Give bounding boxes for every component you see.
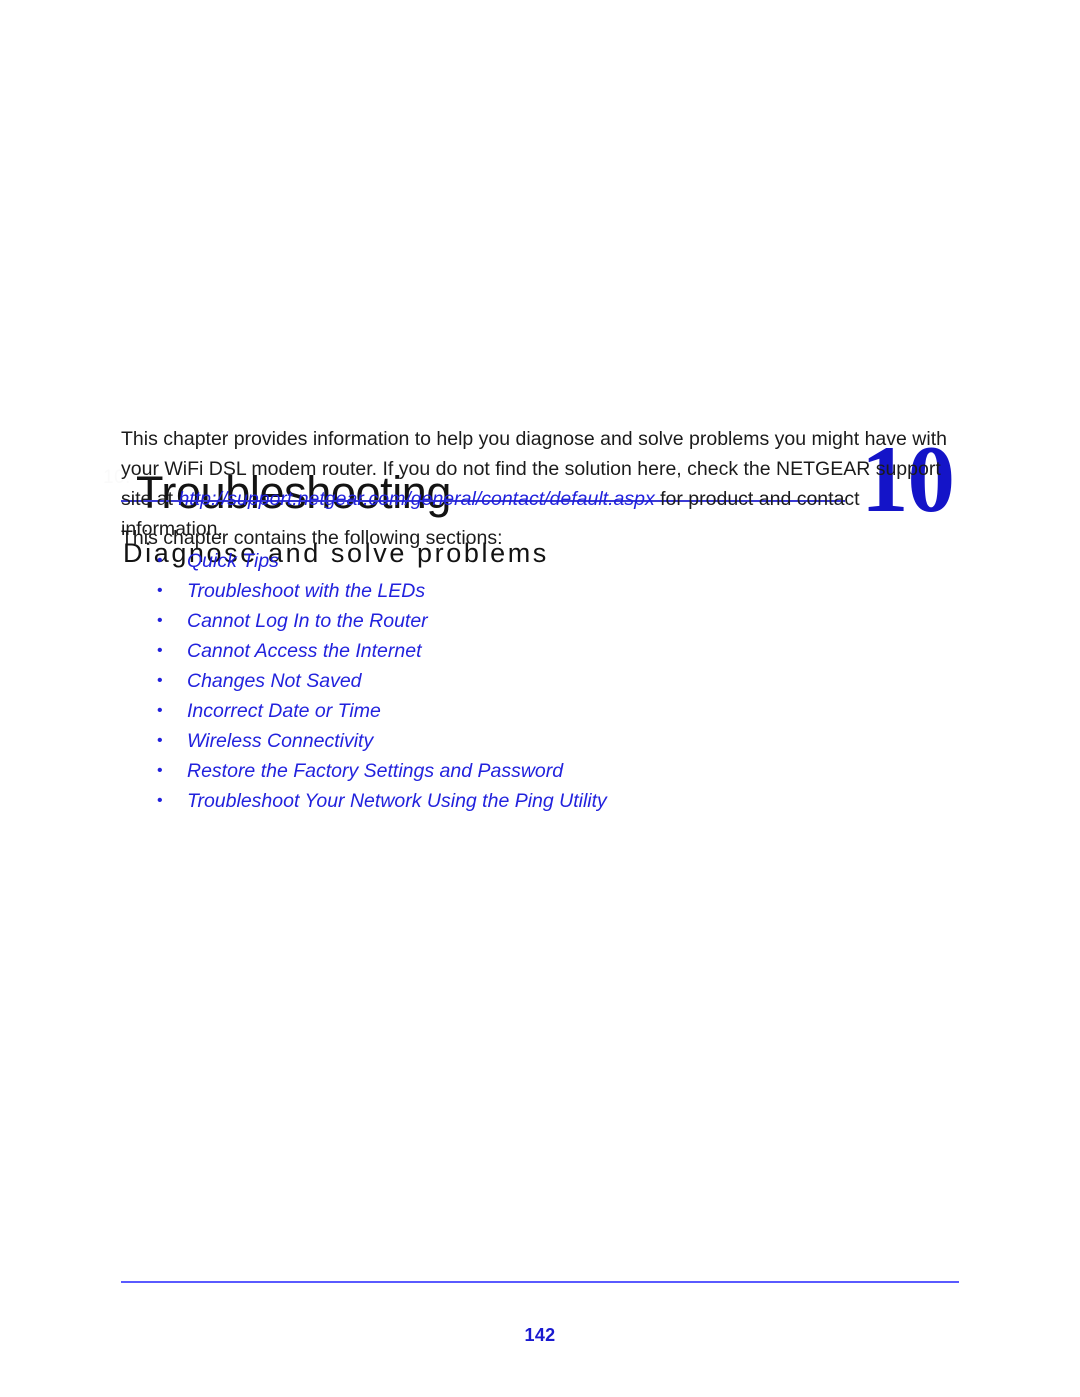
list-item: • Cannot Access the Internet: [121, 636, 821, 666]
bullet-icon: •: [157, 732, 163, 749]
footer-divider: [121, 1281, 959, 1283]
bullet-icon: •: [157, 672, 163, 689]
bullet-icon: •: [157, 702, 163, 719]
section-link-list: • Quick Tips • Troubleshoot with the LED…: [121, 546, 821, 816]
list-item: • Incorrect Date or Time: [121, 696, 821, 726]
page-number: 142: [524, 1325, 556, 1345]
bullet-icon: •: [157, 792, 163, 809]
list-item: • Troubleshoot Your Network Using the Pi…: [121, 786, 821, 816]
netgear-support-link[interactable]: http://support.netgear.com/general/conta…: [178, 488, 654, 510]
list-item: • Restore the Factory Settings and Passw…: [121, 756, 821, 786]
section-link-incorrect-date-or-time[interactable]: Incorrect Date or Time: [187, 700, 381, 722]
section-link-restore-the-factory-settings-and-password[interactable]: Restore the Factory Settings and Passwor…: [187, 760, 563, 782]
bullet-icon: •: [157, 582, 163, 599]
section-link-troubleshoot-with-the-leds[interactable]: Troubleshoot with the LEDs: [187, 580, 425, 602]
list-item: • Wireless Connectivity: [121, 726, 821, 756]
bullet-icon: •: [157, 612, 163, 629]
section-link-cannot-access-the-internet[interactable]: Cannot Access the Internet: [187, 640, 422, 662]
section-link-changes-not-saved[interactable]: Changes Not Saved: [187, 670, 362, 692]
bullet-icon: •: [157, 762, 163, 779]
list-item: • Changes Not Saved: [121, 666, 821, 696]
list-item: • Cannot Log In to the Router: [121, 606, 821, 636]
chapter-header: 10. Troubleshooting Diagnose and solve p…: [0, 218, 1080, 569]
section-link-wireless-connectivity[interactable]: Wireless Connectivity: [187, 730, 373, 752]
section-link-cannot-log-in-to-the-router[interactable]: Cannot Log In to the Router: [187, 610, 428, 632]
list-item: • Troubleshoot with the LEDs: [121, 576, 821, 606]
section-link-troubleshoot-your-network-using-the-ping-utility[interactable]: Troubleshoot Your Network Using the Ping…: [187, 790, 607, 812]
document-page: 10. Troubleshooting Diagnose and solve p…: [0, 0, 1080, 1397]
section-link-quick-tips[interactable]: Quick Tips: [187, 550, 279, 572]
bullet-icon: •: [157, 552, 163, 569]
list-item: • Quick Tips: [121, 546, 821, 576]
bullet-icon: •: [157, 642, 163, 659]
